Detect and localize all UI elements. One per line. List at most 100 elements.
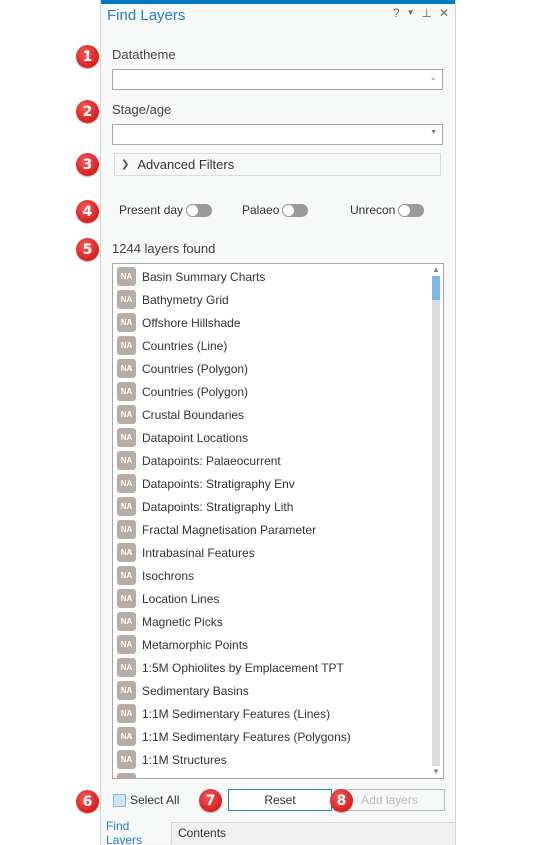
select-all-label: Select All [130,793,180,807]
callout-marker-7: 7 [199,789,222,812]
na-badge-icon: NA [117,405,136,424]
layer-list-item[interactable]: NA Datapoint Locations [113,426,443,449]
layer-name: Metamorphic Points [142,637,249,652]
layer-list-item[interactable]: NA Datapoints: Stratigraphy Lith [113,495,443,518]
na-badge-icon: NA [117,750,136,769]
layer-name: Location Lines [142,591,220,606]
stage-age-label: Stage/age [112,102,172,117]
footer-actions: Select All Reset Add layers [101,789,455,811]
stage-age-select[interactable]: ▼ [112,124,443,145]
toggle-label: Palaeo [242,203,280,217]
layer-results-list[interactable]: NA Basin Summary Charts NA Bathymetry Grid N… [112,263,444,779]
scroll-down-arrow-icon[interactable]: ▼ [431,767,441,777]
panel-accent-bar [101,0,455,4]
na-badge-icon: NA [117,428,136,447]
layer-name: 1:1M Sedimentary Features (Lines) [142,706,331,721]
layer-list-item[interactable]: NA Offshore Hillshade [113,311,443,334]
unrecon-switch[interactable] [398,203,425,217]
layer-name: Datapoints: Palaeocurrent [142,453,281,468]
layer-name: Crustal Boundaries [142,407,245,422]
na-badge-icon: NA [117,267,136,286]
scroll-thumb[interactable] [432,276,440,300]
layer-name: Datapoints: Stratigraphy Lith [142,499,294,514]
layer-list-item[interactable]: NA Location Lines [113,587,443,610]
layer-list-item[interactable]: NA 1:5M Ophiolites by Emplacement TPT [113,656,443,679]
na-badge-icon: NA [117,612,136,631]
na-badge-icon: NA [117,520,136,539]
layer-list-item[interactable]: NA Fractal Magnetisation Parameter [113,518,443,541]
na-badge-icon: NA [117,704,136,723]
tab-contents[interactable]: Contents [173,822,231,844]
callout-marker-1: 1 [76,45,99,68]
layer-list-item[interactable]: NA Datapoints: Palaeocurrent [113,449,443,472]
callout-marker-3: 3 [76,153,99,176]
layer-name: 1:1M Sedimentary Features (Polygons) [142,729,351,744]
toggle-unrecon[interactable]: Unrecon [350,203,425,217]
toggle-present-day[interactable]: Present day [119,203,213,217]
layer-name: Magnetic Picks [142,614,223,629]
callout-marker-4: 4 [76,200,99,223]
callout-marker-5: 5 [76,238,99,261]
layer-name: 1:5M Ophiolites by Emplacement TPT [142,660,344,675]
layer-name: Intrabasinal Features [142,545,255,560]
layer-name: Sedimentary Basins [142,683,249,698]
layer-name: Datapoints: Stratigraphy Env [142,476,295,491]
na-badge-icon: NA [117,359,136,378]
datatheme-select[interactable]: ⌄ [112,69,443,90]
layer-name: Offshore Hillshade [142,315,241,330]
results-count: 1244 layers found [112,241,216,256]
vertical-scrollbar[interactable]: ▲ ▼ [431,264,441,778]
layer-list-item[interactable]: NA Countries (Polygon) [113,357,443,380]
reset-button[interactable]: Reset [228,789,332,811]
layer-list-item[interactable]: NA Bathymetry Grid [113,288,443,311]
checkbox-box[interactable] [113,793,126,807]
layer-list-item[interactable]: NA Sedimentary Basins [113,679,443,702]
na-badge-icon: NA [117,474,136,493]
na-badge-icon: NA [117,543,136,562]
layer-list-item[interactable]: NA Metamorphic Points [113,633,443,656]
layer-list-item[interactable]: NA 1:1M Sedimentary Features (Polygons) [113,725,443,748]
dropdown-menu-icon[interactable]: ▼ [407,6,415,20]
layer-list-item[interactable]: NA 1:1M Sedimentary Features (Lines) [113,702,443,725]
advanced-filters-label: Advanced Filters [137,157,235,172]
panel-title-controls: ? ▼ ⊥ ✕ [393,6,449,20]
advanced-filters-expander[interactable]: ❯ Advanced Filters [114,153,441,176]
layer-list-item[interactable]: NA Crustal Boundaries [113,403,443,426]
na-badge-icon: NA [117,451,136,470]
layer-results-items: NA Basin Summary Charts NA Bathymetry Grid N… [113,264,443,778]
na-badge-icon: NA [117,658,136,677]
present-day-switch[interactable] [186,203,213,217]
layer-list-item[interactable]: NA Intrabasinal Features [113,541,443,564]
scroll-track[interactable] [432,276,440,766]
help-icon[interactable]: ? [393,6,400,20]
layer-name: Countries (Line) [142,338,228,353]
na-badge-icon: NA [117,382,136,401]
layer-list-item[interactable]: NA Datapoints: Stratigraphy Env [113,472,443,495]
datatheme-label: Datatheme [112,47,176,62]
tab-find-layers[interactable]: Find Layers [101,819,172,845]
toggle-label: Unrecon [350,203,396,217]
na-badge-icon: NA [117,497,136,516]
layer-list-item[interactable]: NA Countries (Line) [113,334,443,357]
layer-name: Bathymetry Grid [142,292,229,307]
scroll-up-arrow-icon[interactable]: ▲ [431,265,441,275]
layer-list-item[interactable]: NA Isochrons [113,564,443,587]
na-badge-icon: NA [117,727,136,746]
select-all-checkbox[interactable]: Select All [113,793,179,807]
layer-list-item[interactable]: NA Countries (Polygon) [113,380,443,403]
panel-tabs: Find Layers Contents [101,819,455,845]
layer-name: Isochrons [142,568,195,583]
toggle-palaeo[interactable]: Palaeo [242,203,309,217]
palaeo-switch[interactable] [282,203,309,217]
layer-list-item[interactable]: NA [113,771,443,778]
layer-list-item[interactable]: NA Magnetic Picks [113,610,443,633]
close-icon[interactable]: ✕ [439,6,449,20]
layer-list-item[interactable]: NA Basin Summary Charts [113,265,443,288]
pin-icon[interactable]: ⊥ [421,6,431,20]
chevron-down-icon: ⌄ [429,72,437,82]
dropdown-arrow-icon: ▼ [430,129,437,136]
na-badge-icon: NA [117,313,136,332]
layer-list-item[interactable]: NA 1:1M Structures [113,748,443,771]
na-badge-icon: NA [117,290,136,309]
map-type-toggles: Present day Palaeo Unrecon [101,203,455,221]
